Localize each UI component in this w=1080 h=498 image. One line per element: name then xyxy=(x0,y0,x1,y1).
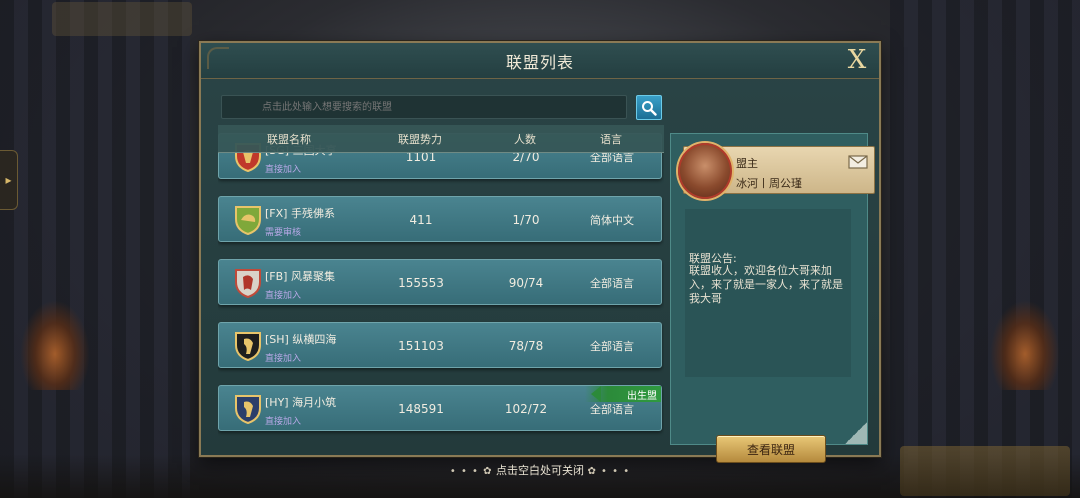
alliance-power: 411 xyxy=(409,213,433,227)
join-type: 直接加入 xyxy=(265,417,302,427)
alliance-list[interactable]: 联盟名称 联盟势力 人数 语言 [SG] 三国大亨 直接加入 1101 2/70… xyxy=(218,125,664,443)
alliance-name: [FX] 手残佛系 xyxy=(265,207,335,220)
search-input[interactable] xyxy=(221,95,627,119)
shield-blue-icon xyxy=(235,395,261,425)
header-power: 联盟势力 xyxy=(398,132,442,146)
alliance-row[interactable]: [FX] 手残佛系 需要审核 411 1/70 简体中文 xyxy=(218,196,662,242)
alliance-power: 155553 xyxy=(398,276,444,290)
background-curtain-right xyxy=(890,0,1080,498)
header-language: 语言 xyxy=(600,132,622,146)
close-button[interactable]: X xyxy=(843,45,871,75)
leader-card: 盟主 冰河丨周公瑾 xyxy=(678,143,875,199)
view-alliance-button[interactable]: 查看联盟 xyxy=(716,435,826,463)
birth-alliance-badge: 出生盟 xyxy=(585,386,661,402)
alliance-name: [SH] 纵横四海 xyxy=(265,333,337,346)
alliance-row[interactable]: [FB] 风暴聚集 直接加入 155553 90/74 全部语言 xyxy=(218,259,662,305)
hint-ornament-left: • • • ✿ xyxy=(449,466,493,477)
header-members: 人数 xyxy=(514,132,536,146)
alliance-power: 148591 xyxy=(398,402,444,416)
member-count: 78/78 xyxy=(508,339,544,353)
leader-role: 盟主 xyxy=(736,157,758,170)
alliance-row[interactable]: [SH] 纵横四海 直接加入 151103 78/78 全部语言 xyxy=(218,322,662,368)
search-button[interactable] xyxy=(636,95,662,120)
dialog-header: 联盟列表 X xyxy=(201,43,879,79)
join-type: 需要审核 xyxy=(265,228,302,238)
alliance-list-dialog: 联盟列表 X 联盟名称 联盟势力 人数 语言 [SG] 三国大亨 直接加入 xyxy=(199,41,881,463)
corner-ornament-icon xyxy=(207,47,229,69)
notice-text: 联盟收人，欢迎各位大哥来加入，来了就是一家人，来了就是我大哥 xyxy=(689,264,843,305)
background-top-button xyxy=(52,2,192,36)
join-type: 直接加入 xyxy=(265,165,302,175)
leader-avatar[interactable] xyxy=(678,143,732,199)
dialog-title: 联盟列表 xyxy=(505,52,574,72)
alliance-language: 全部语言 xyxy=(590,340,634,353)
page-fold-decoration xyxy=(845,422,867,444)
list-header: 联盟名称 联盟势力 人数 语言 xyxy=(218,125,664,153)
header-name: 联盟名称 xyxy=(267,132,311,146)
alliance-name: [FB] 风暴聚集 xyxy=(265,270,335,283)
member-count: 102/72 xyxy=(504,402,548,416)
mail-icon[interactable] xyxy=(848,155,868,169)
torch-right xyxy=(990,300,1060,390)
member-count: 90/74 xyxy=(508,276,544,290)
join-type: 直接加入 xyxy=(265,291,302,301)
search-icon xyxy=(642,100,657,116)
alliance-name: [HY] 海月小筑 xyxy=(265,396,337,409)
tap-to-close-hint[interactable]: • • • ✿ 点击空白处可关闭 ✿ • • • xyxy=(0,462,1080,478)
member-count: 1/70 xyxy=(512,213,540,227)
alliance-language: 全部语言 xyxy=(590,277,634,290)
torch-left xyxy=(20,300,90,390)
alliance-rows: [SG] 三国大亨 直接加入 1101 2/70 全部语言 [FX] 手残佛系 … xyxy=(218,133,664,443)
alliance-info-panel: 盟主 冰河丨周公瑾 联盟公告: 联盟收人，欢迎各位大哥来加入，来了就是一家人，来… xyxy=(670,133,875,463)
leader-name: 冰河丨周公瑾 xyxy=(736,177,802,190)
hint-ornament-right: ✿ • • • xyxy=(587,466,631,477)
background-curtain-left xyxy=(0,0,190,498)
shield-black-icon xyxy=(235,332,261,362)
alliance-language: 简体中文 xyxy=(590,214,634,227)
shield-white-icon xyxy=(235,269,261,299)
alliance-power: 151103 xyxy=(398,339,444,353)
join-type: 直接加入 xyxy=(265,354,302,364)
side-expand-arrow-icon[interactable]: ▸ xyxy=(0,150,18,210)
close-hint-text: 点击空白处可关闭 xyxy=(496,464,584,477)
shield-green-icon xyxy=(235,206,261,236)
alliance-row[interactable]: [HY] 海月小筑 直接加入 148591 102/72 全部语言 出生盟 xyxy=(218,385,662,431)
